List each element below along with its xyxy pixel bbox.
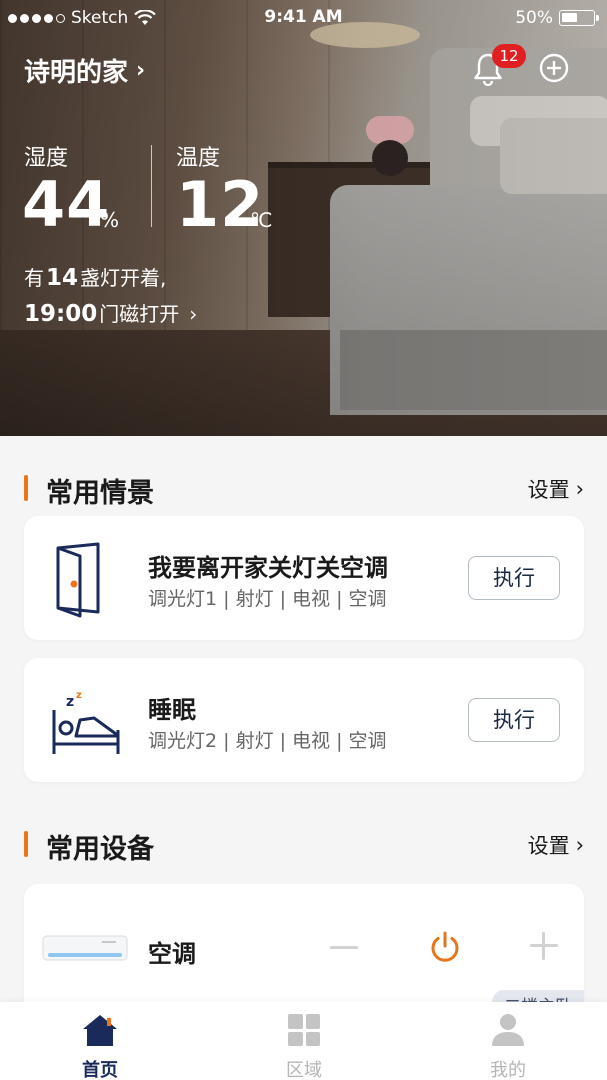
tab-home[interactable]: 首页 [40,1012,160,1080]
grid-icon [288,1014,320,1046]
settings-label: 设置 [527,834,570,858]
lights-summary: 有 14 盏灯开着, [24,262,166,291]
scene-card[interactable]: z z 睡眠 调光灯2 | 射灯 | 电视 | 空调 执行 [24,658,584,782]
temperature-unit: ℃ [250,208,273,232]
svg-text:z: z [66,694,74,710]
air-conditioner-icon [42,935,128,961]
svg-text:z: z [76,690,82,701]
scenes-section-header: 常用情景 设置 › [24,468,584,509]
section-accent-bar [24,831,28,857]
chevron-right-icon: › [136,58,146,83]
summary-prefix: 有 [24,266,44,290]
section-title: 常用情景 [46,478,154,509]
tab-label: 首页 [82,1060,118,1080]
scenes-settings-link[interactable]: 设置 › [528,474,584,504]
battery-percent: 50% [515,8,553,28]
battery-fill [562,13,577,22]
scene-title: 睡眠 [148,696,196,724]
door-time: 19:00 [24,301,98,327]
settings-label: 设置 [527,478,570,502]
devices-section-header: 常用设备 设置 › [24,824,584,865]
section-accent-bar [24,475,28,501]
humidity-value: 44 [22,168,111,241]
devices-settings-link[interactable]: 设置 › [528,830,584,860]
sleep-bed-icon: z z [52,690,120,754]
add-circle-icon[interactable] [538,52,570,84]
execute-button[interactable]: 执行 [468,698,560,742]
status-bar: Sketch 9:41 AM 50% [0,0,607,36]
tab-profile[interactable]: 我的 [448,1012,568,1080]
lights-count: 14 [46,265,79,291]
bottom-tab-bar: 首页 区域 我的 [0,1002,607,1080]
scene-devices: 调光灯1 | 射灯 | 电视 | 空调 [148,588,387,610]
decrease-button[interactable] [330,946,358,949]
chevron-right-icon: › [575,833,584,857]
home-icon [83,1015,117,1046]
execute-button[interactable]: 执行 [468,556,560,600]
scene-card[interactable]: 我要离开家关灯关空调 调光灯1 | 射灯 | 电视 | 空调 执行 [24,516,584,640]
home-switcher[interactable]: 诗明的家 › [24,52,145,89]
door-summary[interactable]: 19:00 门磁打开 › [24,298,197,327]
scene-devices: 调光灯2 | 射灯 | 电视 | 空调 [148,730,387,752]
tab-label: 区域 [286,1060,322,1080]
tab-label: 我的 [490,1060,526,1080]
status-right: 50% [515,8,599,28]
increase-button[interactable] [530,932,558,960]
chevron-right-icon: › [189,302,198,326]
user-icon [492,1014,524,1046]
tab-area[interactable]: 区域 [244,1012,364,1080]
humidity-unit: % [100,208,120,232]
stats-divider [151,145,152,227]
door-icon [56,542,100,618]
scene-title: 我要离开家关灯关空调 [148,554,388,582]
summary-suffix: 盏灯开着, [80,266,167,290]
door-status: 门磁打开 [99,302,180,326]
chevron-right-icon: › [575,477,584,501]
notification-badge: 12 [492,44,526,68]
power-icon[interactable] [428,930,462,964]
home-name: 诗明的家 [24,58,129,88]
battery-icon [559,10,599,26]
device-name: 空调 [148,940,196,968]
section-title: 常用设备 [46,834,154,865]
